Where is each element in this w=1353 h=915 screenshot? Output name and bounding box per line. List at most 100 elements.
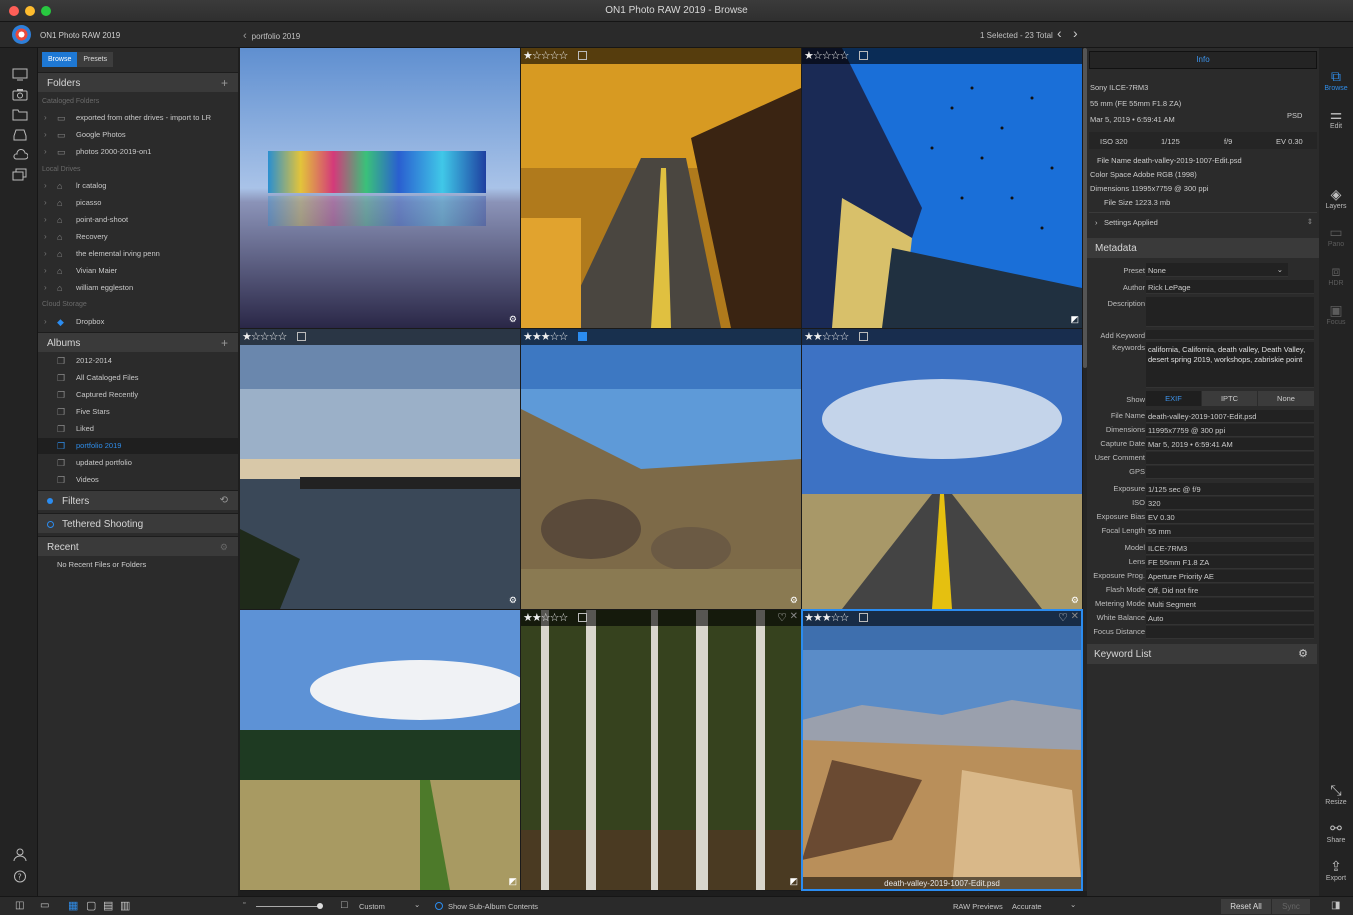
tethered-toggle-icon[interactable] (47, 521, 54, 528)
show-none-button[interactable]: None (1258, 391, 1314, 406)
filmstrip-view-icon[interactable]: ▭ (40, 900, 49, 911)
exif-field[interactable]: death-valley-2019-1007-Edit.psd (1146, 410, 1314, 423)
browse-module-button[interactable]: ⧉ Browse (1319, 68, 1353, 92)
exif-field[interactable]: 55 mm (1146, 525, 1314, 538)
expand-chevron-icon[interactable]: › (44, 263, 47, 279)
thumbnail-3[interactable]: ⚙ ★☆☆☆☆ (240, 329, 520, 609)
sync-button[interactable]: Sync (1272, 899, 1310, 914)
exif-field[interactable]: 320 (1146, 497, 1314, 510)
add-folder-button[interactable]: + (221, 76, 228, 90)
filters-enabled-icon[interactable] (47, 498, 53, 504)
pano-button[interactable]: ▭ Pano (1319, 224, 1353, 248)
exif-field[interactable]: FE 55mm F1.8 ZA (1146, 556, 1314, 569)
description-field[interactable] (1146, 297, 1314, 327)
previous-image-icon[interactable]: ‹ (1057, 25, 1062, 41)
focus-button[interactable]: ▣ Focus (1319, 302, 1353, 326)
drive-icon[interactable] (11, 128, 28, 141)
expand-chevron-icon[interactable]: › (44, 195, 47, 211)
album-item[interactable]: ❐ Liked (38, 421, 238, 437)
album-item[interactable]: ❐ Videos (38, 472, 238, 488)
keyword-list-settings-icon[interactable]: ⚙ (1298, 647, 1308, 660)
add-keyword-field[interactable] (1146, 330, 1314, 340)
drive-item[interactable]: › ⌂ the elemental irving penn (38, 246, 238, 262)
color-label-icon[interactable] (297, 332, 306, 341)
color-label-icon[interactable] (578, 613, 587, 622)
thumbnail-1[interactable]: ★☆☆☆☆ (521, 48, 801, 328)
tab-info[interactable]: Info (1089, 51, 1317, 69)
drive-item[interactable]: › ⌂ picasso (38, 195, 238, 211)
metadata-header[interactable]: Metadata (1087, 238, 1319, 258)
expand-chevron-icon[interactable]: › (44, 144, 47, 160)
detail-view-icon[interactable]: ▢ (86, 899, 96, 912)
albums-icon[interactable] (11, 168, 28, 181)
hdr-button[interactable]: ⧈ HDR (1319, 263, 1353, 287)
expand-chevron-icon[interactable]: › (44, 280, 47, 296)
cloud-icon[interactable] (11, 148, 28, 161)
star-rating[interactable]: ★★★☆☆ (523, 330, 568, 343)
album-item[interactable]: ❐ portfolio 2019 (38, 438, 238, 454)
folders-header[interactable]: Folders + (38, 72, 238, 92)
tethered-shooting-header[interactable]: Tethered Shooting (38, 513, 238, 533)
exif-field[interactable]: Auto (1146, 612, 1314, 625)
add-album-button[interactable]: + (221, 336, 228, 350)
thumbnail-7[interactable]: ◩ ★★☆☆☆ ♡ ✕ (521, 610, 801, 890)
drive-item[interactable]: › ⌂ Vivian Maier (38, 263, 238, 279)
expand-chevron-icon[interactable]: › (44, 110, 47, 126)
settings-applied-row[interactable]: › Settings Applied ⇕ (1089, 212, 1317, 230)
exif-field[interactable]: Off, Did not fire (1146, 584, 1314, 597)
drive-item[interactable]: › ⌂ william eggleston (38, 280, 238, 296)
color-label-icon[interactable] (859, 51, 868, 60)
exif-field[interactable]: Multi Segment (1146, 598, 1314, 611)
preset-select[interactable]: None ⌄ (1146, 263, 1288, 277)
thumbnail-mode-select[interactable]: Custom (359, 902, 385, 911)
exif-field[interactable] (1146, 466, 1314, 479)
author-field[interactable]: Rick LePage (1146, 280, 1314, 294)
thumbnail-size-handle[interactable] (317, 903, 323, 909)
raw-previews-select[interactable]: Accurate (1012, 902, 1042, 911)
map-view-icon[interactable]: ▥ (120, 899, 130, 912)
show-exif-button[interactable]: EXIF (1146, 391, 1201, 406)
breadcrumb-back-icon[interactable]: ‹ (243, 30, 247, 42)
tab-presets[interactable]: Presets (77, 52, 114, 67)
thumbnail-4[interactable]: ⚙ ★★★☆☆ (521, 329, 801, 609)
folder-icon[interactable] (11, 108, 28, 121)
reject-icon[interactable]: ✕ (790, 611, 798, 622)
exif-field[interactable]: Aperture Priority AE (1146, 570, 1314, 583)
album-item[interactable]: ❐ Captured Recently (38, 387, 238, 403)
edit-module-button[interactable]: ⚌ Edit (1319, 106, 1353, 130)
drive-item[interactable]: › ⌂ Recovery (38, 229, 238, 245)
dropbox-item[interactable]: › ◆ Dropbox (38, 314, 238, 330)
expand-chevron-icon[interactable]: › (44, 229, 47, 245)
album-item[interactable]: ❐ All Cataloged Files (38, 370, 238, 386)
star-rating[interactable]: ★☆☆☆☆ (804, 49, 849, 62)
exif-field[interactable]: EV 0.30 (1146, 511, 1314, 524)
grid-view-icon[interactable]: ▦ (68, 899, 78, 912)
share-button[interactable]: ⚯ Share (1319, 820, 1353, 844)
expand-chevron-icon[interactable]: › (44, 212, 47, 228)
next-image-icon[interactable]: › (1073, 25, 1078, 41)
expand-chevron-icon[interactable]: › (44, 246, 47, 262)
reset-all-button[interactable]: Reset All (1221, 899, 1271, 914)
thumbnail-0[interactable]: ⚙ (240, 48, 520, 328)
toggle-right-panel-icon[interactable]: ◨ (1331, 900, 1340, 911)
star-rating[interactable]: ★☆☆☆☆ (523, 49, 568, 62)
folder-item[interactable]: › ▭ exported from other drives - import to… (38, 110, 238, 126)
star-rating[interactable]: ★★☆☆☆ (523, 611, 568, 624)
exif-field[interactable] (1146, 626, 1314, 639)
album-item[interactable]: ❐ 2012-2014 (38, 353, 238, 369)
keyword-list-header[interactable]: Keyword List ⚙ (1087, 644, 1317, 664)
like-heart-icon[interactable]: ♡ (777, 611, 787, 624)
expand-chevron-icon[interactable]: › (44, 314, 47, 330)
keywords-field[interactable]: california, California, death valley, De… (1146, 342, 1314, 388)
exif-field[interactable]: 11995x7759 @ 300 ppi (1146, 424, 1314, 437)
album-item[interactable]: ❐ Five Stars (38, 404, 238, 420)
thumbnail-5[interactable]: ⚙ ★★☆☆☆ (802, 329, 1082, 609)
expand-chevron-icon[interactable]: › (44, 127, 47, 143)
thumbnail-6[interactable]: ◩ (240, 610, 520, 890)
resize-button[interactable]: ⤡ Resize (1319, 782, 1353, 806)
thumbnail-size-slider[interactable] (256, 906, 322, 907)
folder-item[interactable]: › ▭ Google Photos (38, 127, 238, 143)
star-rating[interactable]: ★★☆☆☆ (804, 330, 849, 343)
breadcrumb[interactable]: ‹ portfolio 2019 (243, 30, 300, 42)
color-label-icon[interactable] (578, 332, 587, 341)
